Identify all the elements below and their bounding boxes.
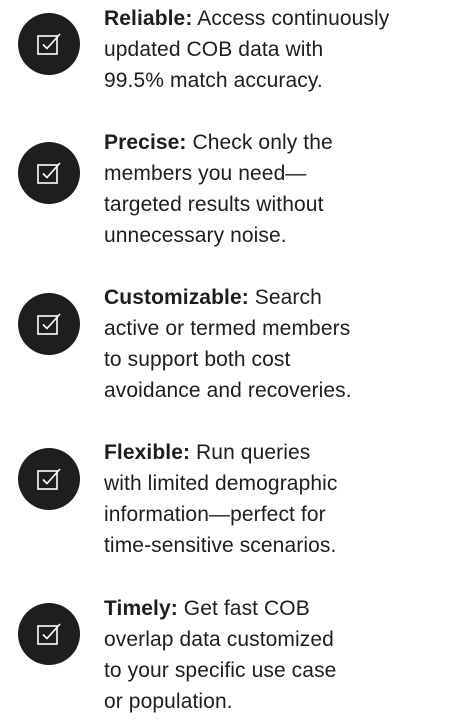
feature-text: Precise: Check only the members you need… [104,127,464,251]
feature-title: Flexible: [104,441,191,464]
feature-line: targeted results without [104,193,324,216]
feature-badge [18,142,80,204]
feature-title: Precise: [104,131,187,154]
feature-title: Timely: [104,597,178,620]
checkbox-icon [37,33,61,55]
checkbox-icon [37,162,61,184]
checkbox-icon [37,313,61,335]
feature-line: overlap data customized [104,628,334,651]
feature-line: unnecessary noise. [104,224,287,247]
feature-line: 99.5% match accuracy. [104,69,323,92]
feature-title: Reliable: [104,7,193,30]
feature-line: Search [254,286,322,309]
feature-line: Run queries [196,441,311,464]
feature-line: Access continuously [197,7,390,30]
checkbox-icon [37,468,61,490]
checkbox-icon [37,623,61,645]
feature-title: Customizable: [104,286,249,309]
feature-line: avoidance and recoveries. [104,379,352,402]
feature-line: to support both cost [104,348,291,371]
feature-badge [18,293,80,355]
feature-line: with limited demographic [104,472,338,495]
feature-line: information—perfect for [104,503,326,526]
feature-text: Reliable: Access continuously updated CO… [104,3,464,96]
feature-line: Get fast COB [183,597,310,620]
feature-line: time-sensitive scenarios. [104,534,337,557]
feature-badge [18,603,80,665]
feature-line: or population. [104,690,233,713]
feature-text: Flexible: Run queries with limited demog… [104,437,464,561]
feature-line: members you need— [104,162,307,185]
feature-line: active or termed members [104,317,351,340]
feature-line: updated COB data with [104,38,324,61]
feature-text: Timely: Get fast COB overlap data custom… [104,593,464,717]
feature-line: Check only the [192,131,333,154]
feature-badge [18,448,80,510]
feature-badge [18,13,80,75]
feature-line: to your specific use case [104,659,337,682]
feature-text: Customizable: Search active or termed me… [104,282,464,406]
feature-list: Reliable: Access continuously updated CO… [0,0,467,726]
